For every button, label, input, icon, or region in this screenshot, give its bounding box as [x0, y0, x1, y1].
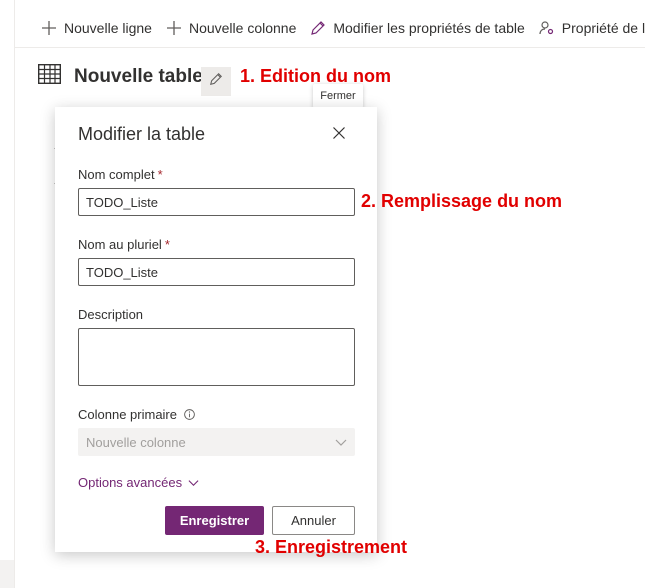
edit-table-properties-button[interactable]: Modifier les propriétés de table: [310, 19, 525, 36]
edit-table-panel: Modifier la table Nom complet* Nom au pl…: [55, 107, 377, 552]
command-bar: Nouvelle ligne Nouvelle colonne Modifier…: [15, 8, 645, 48]
new-row-label: Nouvelle ligne: [64, 19, 152, 36]
row-property-label: Propriété de ligne: [561, 19, 645, 36]
row-property-button[interactable]: Propriété de ligne: [539, 20, 645, 36]
close-button[interactable]: [331, 127, 347, 143]
plural-name-input[interactable]: [78, 258, 355, 286]
display-name-label: Nom complet *: [78, 167, 163, 182]
person-settings-icon: [539, 20, 555, 36]
edit-table-properties-label: Modifier les propriétés de table: [333, 19, 525, 36]
required-marker: *: [164, 237, 170, 252]
chevron-down-icon: [335, 436, 347, 451]
new-row-button[interactable]: Nouvelle ligne: [41, 20, 152, 36]
annotation-step-3: 3. Enregistrement: [255, 537, 408, 557]
close-tooltip: Fermer: [313, 84, 363, 108]
left-border: [14, 0, 15, 588]
pencil-icon: [310, 20, 326, 36]
primary-column-label: Colonne primaire: [78, 407, 195, 422]
required-marker: *: [157, 167, 163, 182]
primary-column-select: Nouvelle colonne: [78, 428, 355, 456]
cancel-button[interactable]: Annuler: [272, 506, 355, 535]
scroll-area: [0, 560, 14, 588]
advanced-options-toggle[interactable]: Options avancées: [78, 475, 199, 490]
close-icon: [333, 126, 345, 144]
pencil-icon: [209, 72, 223, 91]
plural-name-label: Nom au pluriel *: [78, 237, 170, 252]
new-column-label: Nouvelle colonne: [188, 19, 297, 36]
table-header: Nouvelle table: [37, 63, 203, 89]
chevron-down-icon: [188, 477, 199, 488]
primary-column-value: Nouvelle colonne: [86, 434, 186, 450]
plus-icon: [41, 20, 57, 36]
display-name-input[interactable]: [78, 188, 355, 216]
description-label: Description: [78, 307, 144, 322]
table-title: Nouvelle table: [74, 65, 203, 87]
info-icon[interactable]: [184, 409, 195, 420]
save-button[interactable]: Enregistrer: [165, 506, 264, 535]
table-grid-icon: [37, 63, 62, 89]
new-column-button[interactable]: Nouvelle colonne: [166, 20, 296, 36]
annotation-step-2: 2. Remplissage du nom: [361, 191, 563, 211]
plus-icon: [166, 20, 182, 36]
advanced-options-label: Options avancées: [78, 475, 183, 490]
panel-title: Modifier la table: [78, 124, 206, 144]
edit-table-name-button[interactable]: [201, 67, 231, 96]
description-textarea[interactable]: [78, 328, 355, 386]
